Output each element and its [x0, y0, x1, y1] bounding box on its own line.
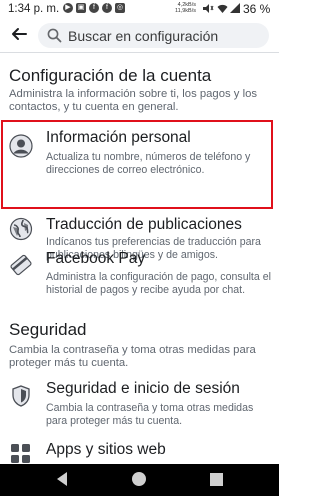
notification-icons: ▶ ▣ f f ◎: [63, 3, 125, 13]
settings-item-label: Facebook Pay: [46, 250, 146, 267]
card-icon: [10, 254, 32, 276]
status-time: 1:34 p. m.: [8, 3, 60, 15]
settings-item-label: Traducción de publicaciones: [46, 216, 242, 233]
navigation-bar: [0, 464, 279, 496]
settings-item-facebook-pay[interactable]: Facebook Pay Administra la configuración…: [0, 245, 279, 300]
recents-nav-icon[interactable]: [210, 473, 223, 486]
settings-item-description: Administra la configuración de pago, con…: [46, 271, 271, 296]
back-arrow-icon[interactable]: [9, 24, 29, 44]
messenger-notification-icon: f: [89, 3, 99, 13]
search-icon: [47, 28, 62, 43]
section-description-security: Cambia la contraseña y toma otras medida…: [9, 344, 256, 369]
divider: [0, 52, 279, 53]
status-bar: 1:34 p. m. ▶ ▣ f f ◎ 4,2kB/s 11,9kB/s 36…: [0, 0, 279, 18]
shield-icon: [12, 385, 30, 407]
section-title-account: Configuración de la cuenta: [9, 66, 212, 85]
app-notification-icon: ▶: [63, 3, 73, 13]
net-speed-down: 11,9kB/s: [175, 8, 196, 14]
back-nav-icon[interactable]: [55, 471, 69, 487]
wifi-icon: [217, 4, 228, 13]
home-nav-icon[interactable]: [131, 471, 147, 487]
settings-item-label: Seguridad e inicio de sesión: [46, 380, 240, 397]
settings-item-description: Cambia la contraseña y toma otras medida…: [46, 402, 254, 427]
search-header: Buscar en configuración: [0, 18, 279, 52]
signal-icon: [230, 3, 240, 13]
highlight-box: [1, 120, 273, 209]
battery-percent: 36 %: [243, 2, 271, 16]
section-title-security: Seguridad: [9, 320, 87, 339]
instagram-notification-icon: ◎: [115, 3, 125, 13]
globe-icon: [9, 217, 33, 241]
settings-item-label: Apps y sitios web: [46, 441, 166, 458]
network-speed: 4,2kB/s 11,9kB/s: [175, 2, 196, 14]
apps-icon: [11, 444, 30, 463]
facebook-notification-icon: f: [102, 3, 112, 13]
section-description-account: Administra la información sobre ti, los …: [9, 88, 258, 113]
gallery-notification-icon: ▣: [76, 3, 86, 13]
settings-item-security-login[interactable]: Seguridad e inicio de sesión Cambia la c…: [0, 376, 279, 428]
search-placeholder: Buscar en configuración: [68, 27, 219, 44]
search-input[interactable]: Buscar en configuración: [38, 23, 269, 48]
settings-item-apps-websites[interactable]: Apps y sitios web: [0, 436, 279, 464]
mute-icon: [203, 4, 214, 13]
